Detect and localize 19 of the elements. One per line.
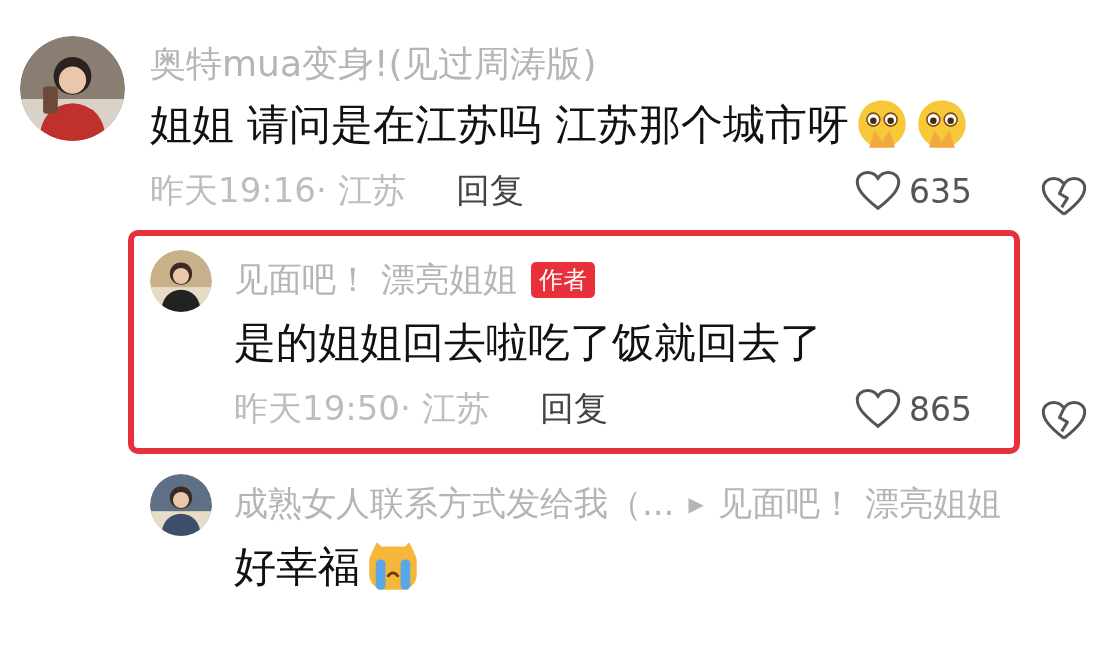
username[interactable]: 奥特mua变身!(见过周涛版) — [150, 39, 597, 89]
reply-link[interactable]: 回复 — [455, 168, 524, 214]
broken-heart-icon[interactable] — [1040, 400, 1087, 442]
username[interactable]: 见面吧！ 漂亮姐姐 — [234, 257, 517, 303]
broken-heart-icon[interactable] — [1040, 176, 1087, 218]
comment-text: 是的姐姐回去啦吃了饭就回去了 — [234, 317, 822, 369]
like-count: 865 — [909, 389, 972, 429]
like-count: 635 — [909, 171, 972, 211]
heart-icon[interactable] — [855, 388, 901, 430]
heart-icon[interactable] — [855, 170, 901, 212]
reply-arrow: ▶ — [688, 492, 704, 516]
reply-to-username[interactable]: 见面吧！ 漂亮姐姐 — [717, 481, 1001, 527]
reply-link[interactable]: 回复 — [539, 386, 608, 432]
author-badge: 作者 — [530, 262, 595, 298]
comment-time: 昨天19:50· 江苏 — [234, 387, 490, 430]
comment-text: 姐姐 请问是在江苏吗 江苏那个城市呀 — [150, 99, 849, 151]
comment-time: 昨天19:16· 江苏 — [150, 169, 406, 212]
username[interactable]: 成熟女人联系方式发给我（... — [234, 481, 675, 527]
comment-text: 好幸福 — [234, 541, 360, 593]
